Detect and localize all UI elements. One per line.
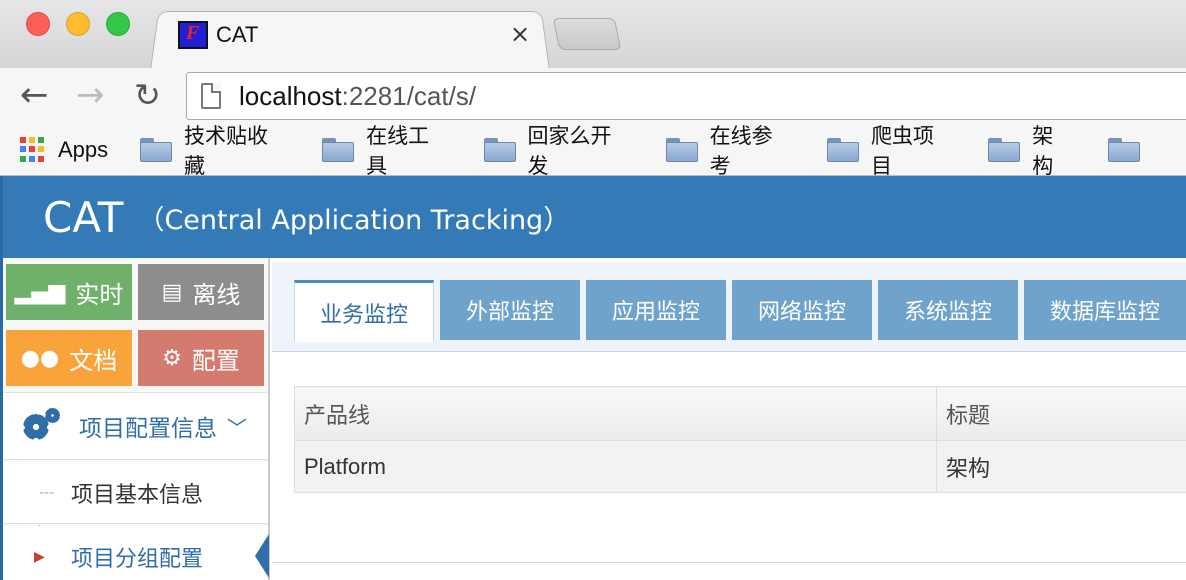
column-header-product-line: 产品线 <box>294 386 937 441</box>
product-line-table: 产品线 标题 Platform 架构 <box>294 386 1186 493</box>
docs-shortcut-button[interactable]: ●● 文档 <box>6 330 132 386</box>
table-cell-title: 架构 <box>936 440 1186 493</box>
folder-icon <box>827 137 860 162</box>
offline-shortcut-button[interactable]: ▤ 离线 <box>138 264 264 320</box>
back-arrow-icon[interactable]: ← <box>20 78 49 112</box>
bookmark-label: 在线参考 <box>709 123 773 178</box>
tab-system-monitor[interactable]: 系统监控 <box>878 280 1018 340</box>
shortcut-label: 配置 <box>191 346 240 375</box>
bookmark-folder-partial[interactable] <box>1108 137 1152 162</box>
app-header: CAT （Central Application Tracking） <box>0 176 1186 258</box>
url-host: localhost <box>239 80 342 111</box>
column-header-title: 标题 <box>936 386 1186 441</box>
table-row: Platform 架构 <box>294 440 1186 493</box>
caret-right-icon: ▶ <box>34 549 45 565</box>
active-item-indicator <box>255 534 269 578</box>
folder-icon <box>140 137 173 162</box>
content-divider <box>272 562 1186 563</box>
tree-dash-icon: --- <box>39 484 55 501</box>
url-text[interactable]: localhost:2281/cat/s/ <box>239 81 476 112</box>
browser-tab-content[interactable]: CAT <box>178 18 258 52</box>
bookmark-label: 爬虫项目 <box>870 123 934 178</box>
users-icon: ●● <box>20 345 60 371</box>
folder-icon <box>665 137 698 162</box>
signal-bars-icon: ▂▄▆ <box>14 279 66 305</box>
folder-icon <box>988 137 1021 162</box>
close-window-button[interactable] <box>26 12 50 36</box>
sidebar-section-project-config[interactable]: 项目配置信息 ﹀ <box>3 392 268 460</box>
browser-tab-title: CAT <box>216 22 259 47</box>
bookmarks-bar: Apps 技术贴收藏 在线工具 回家么开发 在线参考 爬虫项目 架构 <box>0 124 1186 178</box>
brand-logo-text[interactable]: CAT <box>43 193 123 242</box>
bookmark-label: 技术贴收藏 <box>183 123 268 178</box>
bookmark-label: 架构 <box>1032 123 1054 178</box>
chevron-down-icon: ﹀ <box>227 415 247 440</box>
apps-grid-icon <box>20 136 46 163</box>
address-bar[interactable]: localhost:2281/cat/s/ <box>186 72 1186 120</box>
sidebar-item-project-group-config[interactable]: ▶ 项目分组配置 <box>3 526 268 580</box>
tab-network-monitor[interactable]: 网络监控 <box>732 280 872 340</box>
reload-icon[interactable]: ↻ <box>134 78 161 112</box>
cat-favicon-icon <box>178 21 208 49</box>
sidebar-item-label: 项目基本信息 <box>71 482 204 508</box>
minimize-window-button[interactable] <box>66 12 90 36</box>
forward-arrow-icon[interactable]: → <box>76 78 105 112</box>
bookmark-folder[interactable]: 在线工具 <box>322 120 449 180</box>
monitor-tabs-bar: 业务监控 外部监控 应用监控 网络监控 系统监控 数据库监控 <box>272 258 1186 352</box>
apps-shortcut[interactable]: Apps <box>20 136 109 163</box>
gears-icon <box>23 408 61 444</box>
browser-toolbar: ← → ↻ localhost:2281/cat/s/ <box>0 68 1186 124</box>
brand-subtitle: （Central Application Tracking） <box>137 204 571 236</box>
browser-titlebar: CAT × <box>0 0 1186 70</box>
tab-application-monitor[interactable]: 应用监控 <box>586 280 726 340</box>
bookmark-folder[interactable]: 爬虫项目 <box>827 120 954 180</box>
folder-icon <box>1108 137 1140 162</box>
tab-close-icon[interactable]: × <box>510 20 530 48</box>
folder-icon <box>322 137 355 162</box>
shortcut-label: 文档 <box>69 346 118 375</box>
folder-icon <box>483 137 516 162</box>
tab-database-monitor[interactable]: 数据库监控 <box>1024 280 1186 340</box>
bookmark-label: 回家么开发 <box>527 123 612 178</box>
shortcut-label: 离线 <box>192 280 241 309</box>
bookmark-folder[interactable]: 技术贴收藏 <box>140 120 288 180</box>
new-tab-button[interactable] <box>552 18 622 50</box>
table-cell-product-line: Platform <box>294 440 937 493</box>
bookmark-folder[interactable]: 回家么开发 <box>483 120 632 180</box>
apps-label: Apps <box>58 136 109 162</box>
sidebar: ▂▄▆ 实时 ▤ 离线 ●● 文档 ⚙ 配置 项目配置信息 ﹀ --- 项目基本… <box>0 258 270 580</box>
sidebar-item-label: 项目分组配置 <box>71 547 204 572</box>
bookmark-folder[interactable]: 在线参考 <box>665 120 793 180</box>
realtime-shortcut-button[interactable]: ▂▄▆ 实时 <box>6 264 132 320</box>
table-header-row: 产品线 标题 <box>294 386 1186 441</box>
tab-business-monitor[interactable]: 业务监控 <box>294 280 434 342</box>
bookmark-label: 在线工具 <box>366 123 430 178</box>
film-icon: ▤ <box>161 279 183 305</box>
page-icon <box>201 83 221 109</box>
shortcut-label: 实时 <box>75 280 124 309</box>
url-path: :2281/cat/s/ <box>341 80 477 111</box>
sidebar-section-label: 项目配置信息 <box>79 416 217 442</box>
sidebar-item-project-basic-info[interactable]: --- 项目基本信息 <box>3 462 268 524</box>
config-shortcut-button[interactable]: ⚙ 配置 <box>138 330 264 386</box>
main-content: 业务监控 外部监控 应用监控 网络监控 系统监控 数据库监控 产品线 标题 Pl… <box>272 258 1186 580</box>
gears-icon: ⚙ <box>162 345 182 371</box>
tab-external-monitor[interactable]: 外部监控 <box>440 280 580 340</box>
bookmark-folder[interactable]: 架构 <box>988 120 1074 180</box>
zoom-window-button[interactable] <box>106 12 130 36</box>
